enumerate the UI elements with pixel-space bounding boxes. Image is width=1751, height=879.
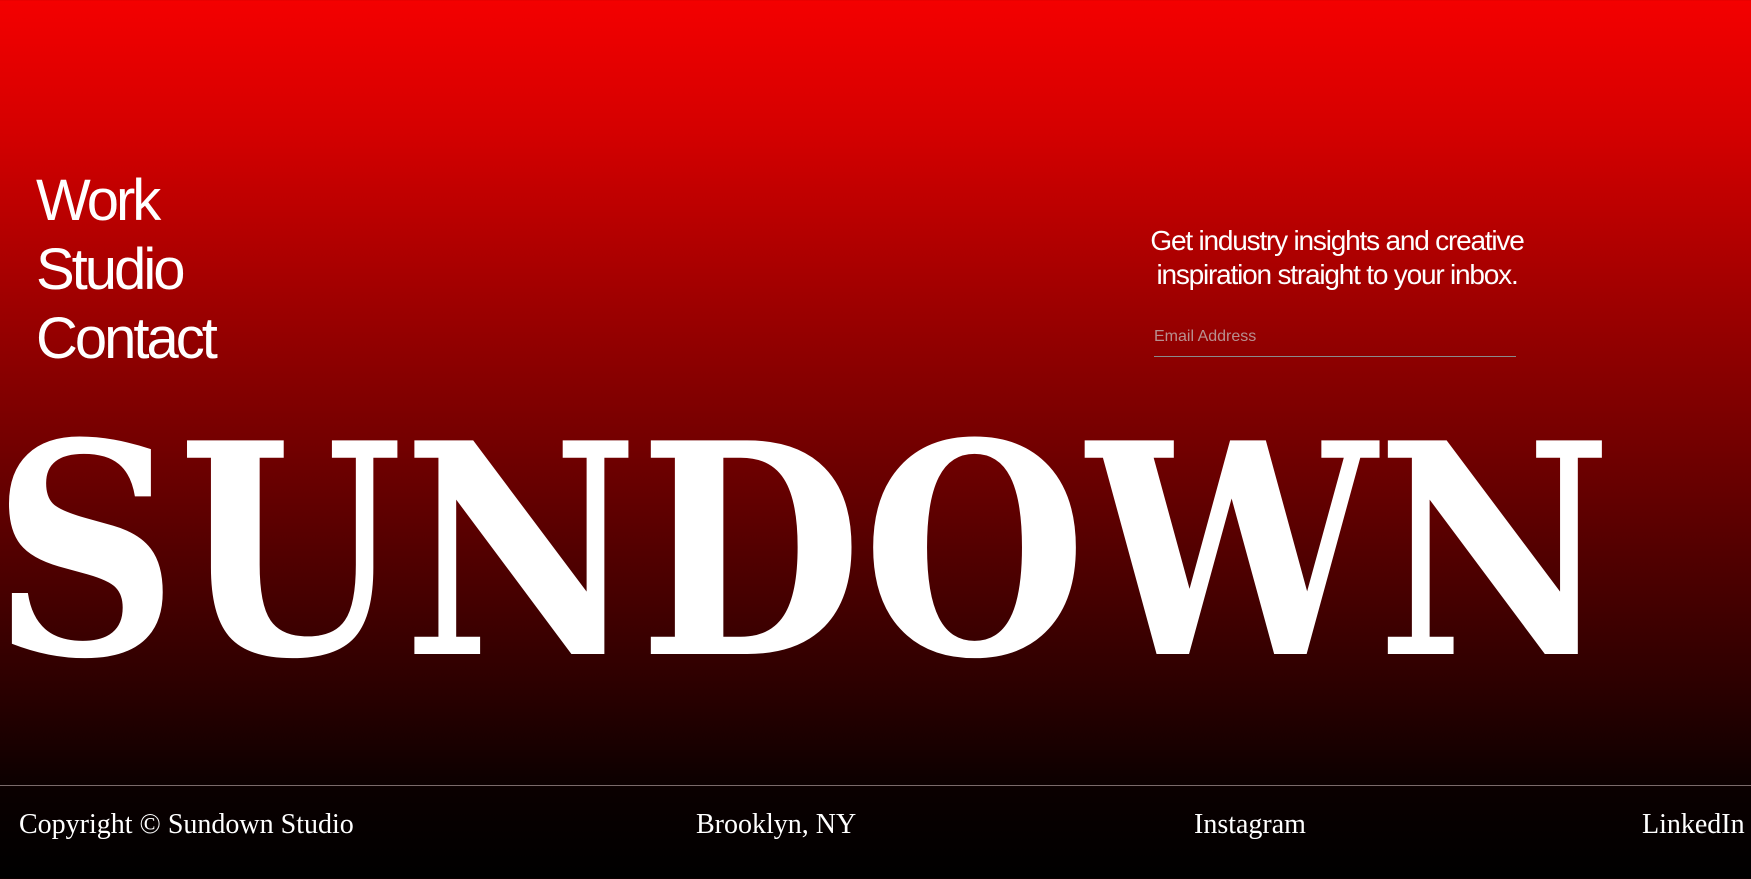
footer-linkedin-link[interactable]: LinkedIn — [1642, 808, 1745, 842]
nav-link-work[interactable]: Work — [36, 166, 215, 235]
brand-wordmark-container: SUNDOWN — [0, 420, 1751, 720]
nav-link-contact[interactable]: Contact — [36, 304, 218, 373]
footer-instagram-link[interactable]: Instagram — [1194, 808, 1306, 842]
brand-wordmark: SUNDOWN — [0, 420, 1613, 720]
footer-location: Brooklyn, NY — [696, 809, 857, 840]
newsletter-section: Get industry insights and creative inspi… — [1120, 224, 1554, 292]
footer-copyright: Copyright © Sundown Studio — [19, 809, 354, 840]
main-nav: Work Studio Contact — [36, 166, 218, 373]
footer: Copyright © Sundown Studio Brooklyn, NY … — [0, 785, 1751, 879]
nav-link-studio[interactable]: Studio — [36, 235, 215, 304]
email-input[interactable] — [1154, 321, 1516, 357]
newsletter-text: Get industry insights and creative inspi… — [1150, 225, 1524, 290]
